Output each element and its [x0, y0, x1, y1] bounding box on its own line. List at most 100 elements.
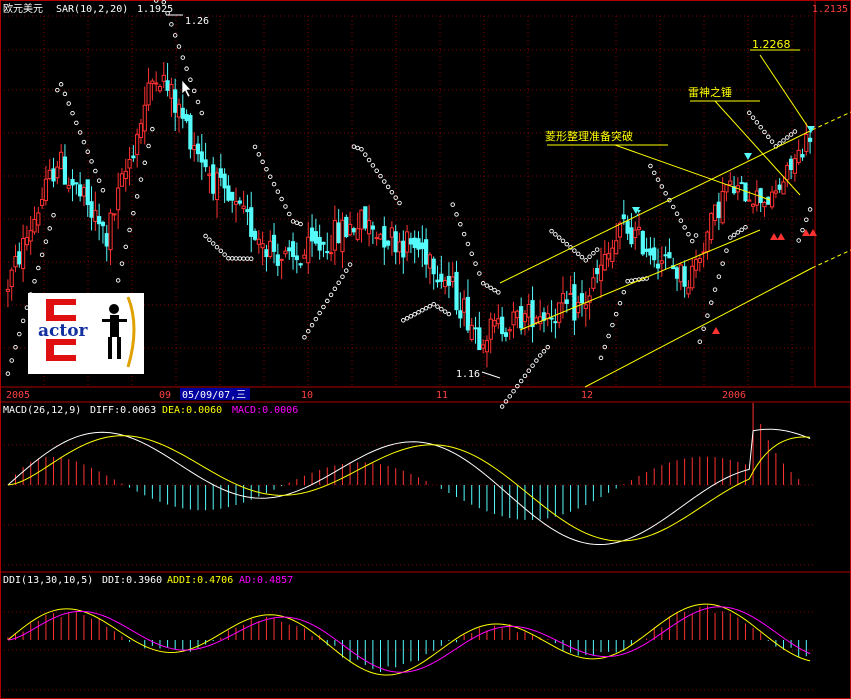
- sar-dot: [47, 226, 52, 231]
- candle-body: [458, 310, 463, 319]
- macd-title: MACD(26,12,9): [3, 405, 81, 416]
- sar-dot: [804, 217, 809, 223]
- sar-dot: [43, 239, 49, 244]
- candle-body: [678, 264, 683, 283]
- candle-body: [800, 154, 805, 158]
- sar-dot: [416, 309, 421, 315]
- sar-dot: [663, 191, 668, 196]
- candle-body: [249, 207, 254, 237]
- candle-body: [336, 222, 341, 244]
- candle-body: [674, 267, 680, 279]
- sar-dot: [739, 227, 744, 233]
- candle-body: [264, 249, 269, 258]
- sar-dot: [286, 211, 292, 217]
- candle-body: [313, 231, 318, 244]
- sar-dot: [195, 99, 201, 105]
- target-label: 1.2268: [752, 38, 791, 51]
- candle-body: [21, 238, 26, 270]
- diamond-label: 菱形整理准备突破: [545, 129, 633, 143]
- sar-dot: [176, 44, 182, 49]
- sar-dot: [507, 394, 513, 399]
- ddi-addi-value: ADDI:0.4706: [167, 575, 233, 586]
- candle-body: [119, 173, 125, 187]
- sar-dot: [146, 143, 151, 149]
- macd-dea-value: DEA:0.0060: [162, 405, 222, 416]
- sar-dot: [366, 157, 372, 163]
- candle-body: [762, 202, 767, 208]
- candle-body: [104, 233, 109, 247]
- sar-dot: [100, 188, 106, 193]
- candle-body: [363, 206, 368, 229]
- sar-dot: [134, 194, 140, 199]
- sar-dot: [13, 345, 18, 350]
- sar-dot: [264, 167, 269, 172]
- ddi-histogram: [7, 605, 807, 673]
- candle-body: [492, 320, 497, 327]
- sar-dot: [758, 124, 763, 130]
- sar-dot: [594, 247, 600, 252]
- sar-dot: [260, 159, 265, 165]
- candle-body: [188, 114, 193, 150]
- candle-body: [55, 166, 60, 179]
- sar-dot: [131, 210, 136, 216]
- sar-dot: [792, 129, 798, 134]
- sar-dot: [579, 254, 585, 260]
- candle-body: [648, 248, 653, 256]
- candle-body: [663, 254, 668, 257]
- candle-body: [116, 187, 121, 211]
- middle-channel-line: [519, 229, 761, 331]
- price-top-right: 1.2135: [812, 4, 848, 15]
- sar-dot: [503, 399, 509, 404]
- sar-dot: [328, 292, 334, 298]
- candle-body: [693, 258, 699, 271]
- sar-dot: [731, 232, 737, 238]
- candle-body: [496, 318, 501, 325]
- candle-body: [245, 209, 250, 213]
- candle-body: [766, 196, 771, 205]
- candle-body: [511, 311, 516, 326]
- sar-dot: [423, 305, 429, 311]
- sar-dot: [89, 159, 94, 164]
- signal-arrows: [632, 126, 817, 334]
- sar-dot: [572, 248, 577, 253]
- sar-dot: [321, 304, 326, 310]
- upper-channel-extension: [811, 111, 851, 131]
- candle-body: [606, 253, 611, 260]
- sar-dot: [735, 230, 741, 235]
- sar-dot: [549, 228, 554, 234]
- main-title: 欧元美元: [3, 2, 43, 15]
- candle-body: [241, 205, 246, 209]
- candle-body: [690, 265, 695, 289]
- sar-dot: [344, 268, 349, 273]
- candle-body: [538, 316, 543, 325]
- candle-body: [226, 185, 231, 201]
- sar-dot: [788, 132, 794, 137]
- sar-dot: [74, 120, 79, 126]
- sar-dot: [172, 33, 178, 38]
- candle-body: [203, 159, 208, 168]
- sar-dot: [682, 225, 687, 230]
- candle-body: [332, 220, 337, 251]
- sar-dot: [526, 368, 532, 374]
- main-indicator: SAR(10,2,20): [56, 4, 128, 15]
- sar-dot: [454, 212, 459, 217]
- sar-dot: [446, 311, 452, 317]
- candle-body: [207, 173, 212, 176]
- candle-body: [142, 104, 147, 132]
- candle-body: [450, 276, 455, 282]
- candle-body: [5, 288, 11, 292]
- x-tick-09: 09: [159, 390, 171, 401]
- sar-dot: [275, 189, 281, 194]
- candle-body: [404, 231, 410, 253]
- candle-body: [47, 169, 52, 180]
- candle-body: [481, 344, 486, 349]
- sar-dot: [492, 287, 497, 293]
- candle-body: [184, 114, 189, 122]
- candle-body: [233, 200, 239, 205]
- sar-dot: [617, 300, 623, 306]
- candle-body: [351, 228, 356, 233]
- sar-dot: [17, 331, 22, 337]
- sar-dot: [317, 310, 322, 316]
- candle-body: [40, 198, 45, 206]
- sar-dot: [518, 378, 524, 384]
